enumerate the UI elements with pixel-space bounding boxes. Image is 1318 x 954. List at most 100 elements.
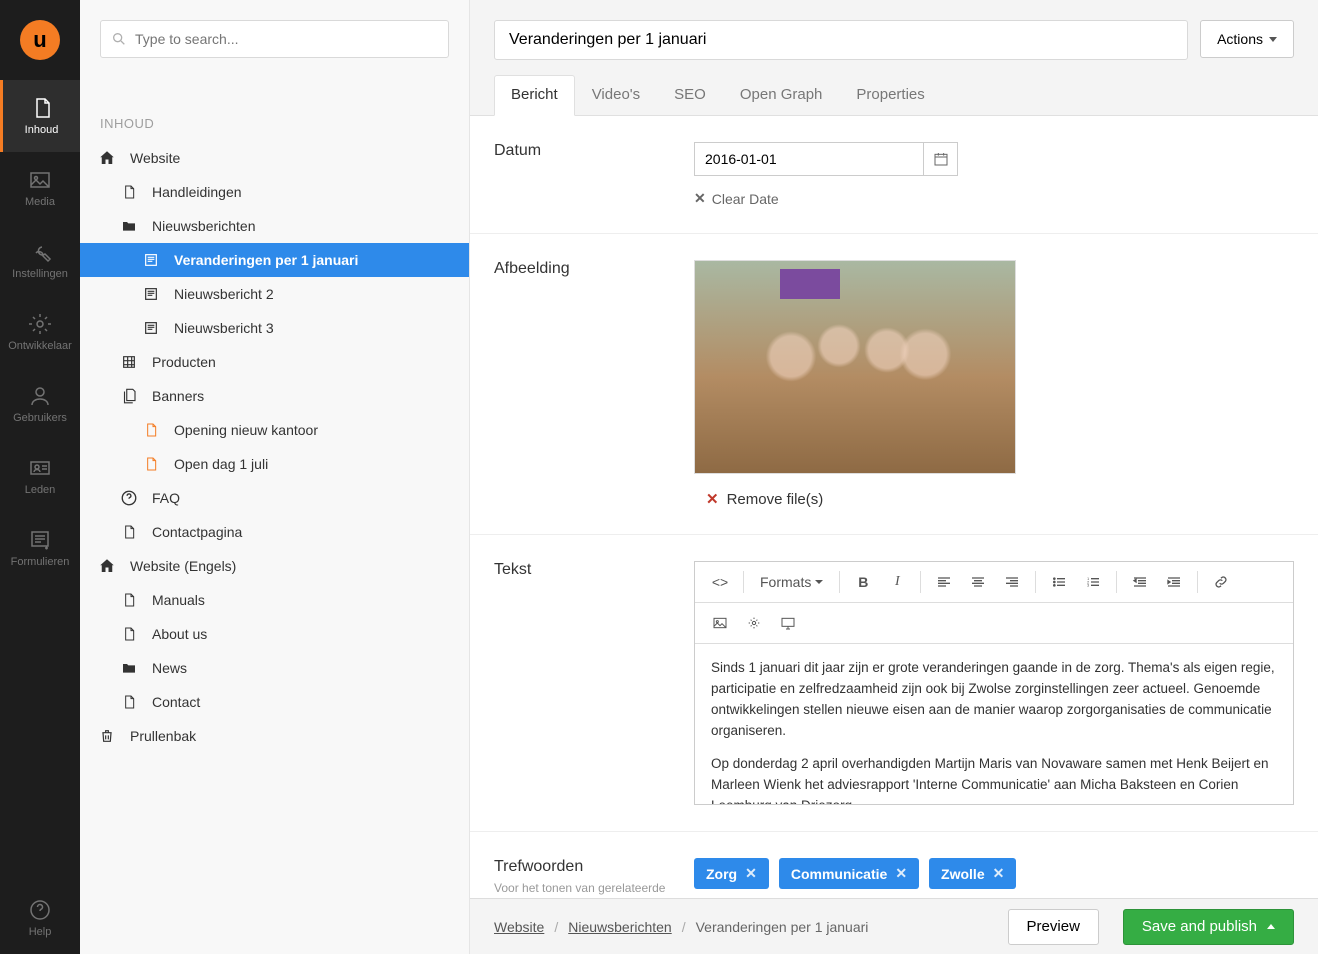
tree-item[interactable]: About us [80, 617, 469, 651]
article-icon [142, 319, 160, 337]
nav-rail: u Inhoud Media Instellingen Ontwikkelaar… [0, 0, 80, 954]
tree-item[interactable]: News [80, 651, 469, 685]
tree-item[interactable]: Veranderingen per 1 januari [80, 243, 469, 277]
rail-item-media[interactable]: Media [0, 152, 80, 224]
rail-item-help[interactable]: Help [0, 882, 80, 954]
breadcrumb-link[interactable]: Website [494, 919, 544, 935]
rail-item-gebruikers[interactable]: Gebruikers [0, 368, 80, 440]
tree-item[interactable]: Nieuwsbericht 2 [80, 277, 469, 311]
tag-remove-icon[interactable]: ✕ [745, 865, 757, 882]
tag-label: Zorg [706, 866, 737, 882]
trash-icon [98, 727, 116, 745]
align-left-icon [936, 574, 952, 590]
tree-item-label: Nieuwsberichten [152, 218, 256, 234]
rail-label: Formulieren [11, 556, 70, 568]
tag-remove-icon[interactable]: ✕ [993, 865, 1005, 882]
rte-body[interactable]: Sinds 1 januari dit jaar zijn er grote v… [695, 644, 1293, 804]
page-title-input[interactable] [494, 20, 1188, 60]
date-input[interactable] [694, 142, 924, 176]
close-icon: ✕ [706, 490, 719, 508]
tab[interactable]: Video's [575, 75, 657, 116]
align-left-button[interactable] [929, 568, 959, 596]
rail-item-inhoud[interactable]: Inhoud [0, 80, 80, 152]
bullet-list-button[interactable] [1044, 568, 1074, 596]
bold-button[interactable]: B [848, 568, 878, 596]
tree-item[interactable]: Manuals [80, 583, 469, 617]
tree-item[interactable]: Nieuwsbericht 3 [80, 311, 469, 345]
tabs: BerichtVideo'sSEOOpen GraphProperties [470, 60, 1318, 116]
field-label: Tekst [494, 561, 694, 579]
rte-toolbar: <> Formats B I 123 [695, 562, 1293, 603]
rail-item-instellingen[interactable]: Instellingen [0, 224, 80, 296]
actions-button[interactable]: Actions [1200, 20, 1294, 58]
align-right-button[interactable] [997, 568, 1027, 596]
actions-label: Actions [1217, 31, 1263, 47]
tree-item[interactable]: Open dag 1 juli [80, 447, 469, 481]
tree-item-label: Website [130, 150, 180, 166]
tab[interactable]: Open Graph [723, 75, 840, 116]
rail-label: Gebruikers [13, 412, 67, 424]
logo[interactable]: u [0, 0, 80, 80]
tree-item[interactable]: Prullenbak [80, 719, 469, 753]
tab[interactable]: Bericht [494, 75, 575, 116]
gear-small-icon [746, 615, 762, 631]
outdent-icon [1132, 574, 1148, 590]
rail-item-formulieren[interactable]: Formulieren [0, 512, 80, 584]
tree-item[interactable]: Website [80, 141, 469, 175]
outdent-button[interactable] [1125, 568, 1155, 596]
insert-macro-button[interactable] [739, 609, 769, 637]
tree-sidebar: INHOUD WebsiteHandleidingenNieuwsbericht… [80, 0, 470, 954]
tree-item[interactable]: Handleidingen [80, 175, 469, 209]
field-afbeelding: Afbeelding ✕ Remove file(s) [470, 234, 1318, 535]
search-input[interactable] [100, 20, 449, 58]
document-icon [30, 96, 54, 120]
clear-date-link[interactable]: ✕ Clear Date [694, 190, 779, 207]
folder-dark-icon [120, 217, 138, 235]
indent-button[interactable] [1159, 568, 1189, 596]
save-publish-button[interactable]: Save and publish [1123, 909, 1294, 945]
monitor-icon [780, 615, 796, 631]
tree-item[interactable]: Contact [80, 685, 469, 719]
field-label: Trefwoorden [494, 858, 694, 876]
tree-item[interactable]: Banners [80, 379, 469, 413]
tree-item[interactable]: Website (Engels) [80, 549, 469, 583]
italic-button[interactable]: I [882, 568, 912, 596]
insert-image-button[interactable] [705, 609, 735, 637]
tree-item-label: Prullenbak [130, 728, 196, 744]
calendar-button[interactable] [924, 142, 958, 176]
rail-label: Media [25, 196, 55, 208]
tree-item[interactable]: Contactpagina [80, 515, 469, 549]
question-icon [120, 489, 138, 507]
link-icon [1213, 574, 1229, 590]
insert-embed-button[interactable] [773, 609, 803, 637]
home-icon [98, 149, 116, 167]
field-datum: Datum ✕ Clear Date [470, 116, 1318, 234]
source-code-button[interactable]: <> [705, 568, 735, 596]
tree-item[interactable]: Opening nieuw kantoor [80, 413, 469, 447]
rail-item-ontwikkelaar[interactable]: Ontwikkelaar [0, 296, 80, 368]
tree-item[interactable]: FAQ [80, 481, 469, 515]
number-list-icon: 123 [1085, 574, 1101, 590]
tree-item-label: Nieuwsbericht 3 [174, 320, 274, 336]
rail-label: Inhoud [25, 124, 59, 136]
link-button[interactable] [1206, 568, 1236, 596]
rail-item-leden[interactable]: Leden [0, 440, 80, 512]
tree-item[interactable]: Nieuwsberichten [80, 209, 469, 243]
tab[interactable]: Properties [839, 75, 941, 116]
preview-button[interactable]: Preview [1008, 909, 1099, 945]
rail-label: Instellingen [12, 268, 68, 280]
tag-remove-icon[interactable]: ✕ [895, 865, 907, 882]
breadcrumb-separator: / [682, 919, 686, 935]
align-center-button[interactable] [963, 568, 993, 596]
file-icon [120, 183, 138, 201]
remove-file-link[interactable]: ✕ Remove file(s) [706, 490, 823, 508]
breadcrumb-link[interactable]: Nieuwsberichten [568, 919, 672, 935]
formats-dropdown[interactable]: Formats [752, 568, 831, 596]
caret-down-icon [815, 580, 823, 584]
tree-item[interactable]: Producten [80, 345, 469, 379]
file-icon [120, 523, 138, 541]
tab[interactable]: SEO [657, 75, 723, 116]
number-list-button[interactable]: 123 [1078, 568, 1108, 596]
tree-item-label: Veranderingen per 1 januari [174, 252, 358, 268]
image-preview[interactable] [694, 260, 1016, 474]
